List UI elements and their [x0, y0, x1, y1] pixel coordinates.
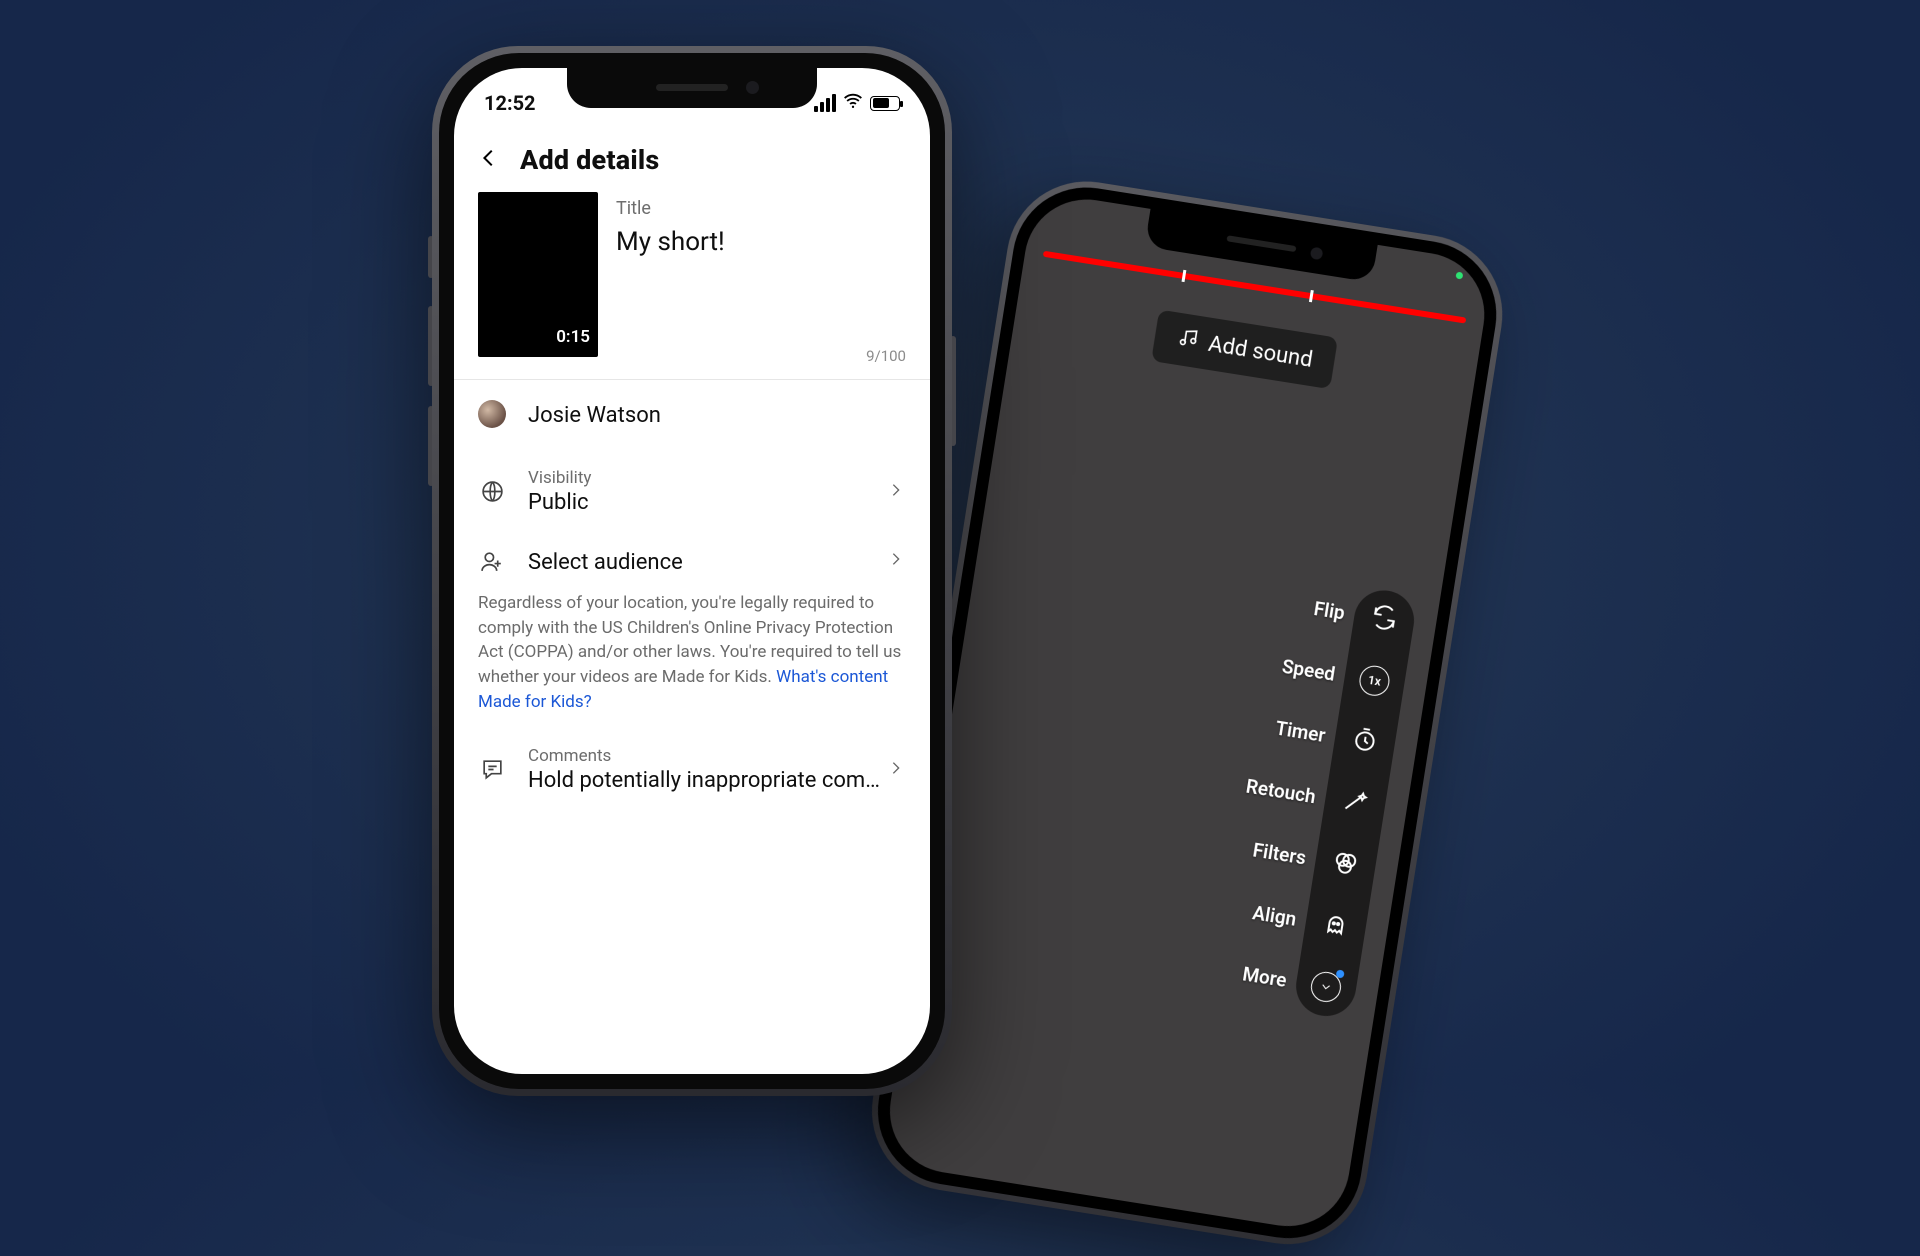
flip-label: Flip	[1312, 597, 1346, 625]
timer-button[interactable]: Timer	[1333, 722, 1397, 761]
comment-icon	[478, 756, 506, 784]
speed-label: Speed	[1280, 655, 1336, 686]
legal-notice: Regardless of your location, you're lega…	[454, 587, 930, 726]
timer-label: Timer	[1274, 717, 1327, 748]
filters-button[interactable]: Filters	[1313, 845, 1377, 884]
tool-rail: Flip Speed 1x Timer	[1292, 586, 1419, 1020]
details-phone: 12:52 Add details	[432, 46, 952, 1096]
visibility-value: Public	[528, 490, 906, 515]
comments-label: Comments	[528, 746, 906, 766]
flip-button[interactable]: Flip	[1352, 600, 1416, 639]
align-label: Align	[1251, 901, 1298, 931]
add-sound-label: Add sound	[1207, 331, 1315, 372]
title-row: 0:15 Title My short! 9/100	[454, 192, 930, 380]
notification-dot-icon	[1336, 969, 1345, 978]
phone-frame: Add sound Flip Speed 1x Timer	[860, 170, 1513, 1256]
title-label: Title	[616, 198, 906, 219]
comments-value: Hold potentially inappropriate com…	[528, 768, 906, 793]
globe-icon	[478, 478, 506, 506]
notch	[567, 68, 817, 108]
comments-row[interactable]: Comments Hold potentially inappropriate …	[454, 726, 930, 813]
chevron-right-icon	[888, 760, 904, 780]
nav-bar: Add details	[454, 134, 930, 192]
visibility-label: Visibility	[528, 468, 906, 488]
audience-label: Select audience	[528, 550, 906, 575]
status-time: 12:52	[484, 91, 536, 115]
visibility-row[interactable]: Visibility Public	[454, 448, 930, 535]
flip-icon	[1369, 603, 1399, 637]
record-screen: Add sound Flip Speed 1x Timer	[881, 191, 1493, 1235]
camera-active-indicator	[1455, 272, 1463, 280]
user-row: Josie Watson	[454, 380, 930, 448]
music-note-icon	[1175, 325, 1201, 356]
video-duration: 0:15	[556, 327, 590, 347]
add-sound-button[interactable]: Add sound	[1151, 310, 1338, 390]
magic-wand-icon	[1340, 786, 1370, 820]
video-thumbnail[interactable]: 0:15	[478, 192, 598, 357]
chevron-right-icon	[888, 482, 904, 502]
user-name: Josie Watson	[528, 403, 906, 428]
battery-icon	[870, 96, 900, 111]
ghost-icon	[1320, 909, 1350, 943]
more-button[interactable]: More	[1294, 967, 1358, 1006]
title-value: My short!	[616, 227, 906, 257]
speed-icon: 1x	[1357, 664, 1391, 698]
chevron-right-icon	[888, 551, 904, 571]
record-phone: Add sound Flip Speed 1x Timer	[860, 170, 1513, 1256]
more-label: More	[1241, 962, 1288, 992]
audience-row[interactable]: Select audience	[454, 535, 930, 587]
retouch-label: Retouch	[1244, 775, 1317, 809]
speed-button[interactable]: Speed 1x	[1342, 661, 1406, 700]
align-button[interactable]: Align	[1304, 906, 1368, 945]
screen-title: Add details	[520, 144, 659, 176]
filters-icon	[1330, 848, 1360, 882]
segment-marker-icon	[1182, 270, 1187, 282]
timer-icon	[1350, 725, 1380, 759]
segment-marker-icon	[1309, 290, 1314, 302]
wifi-icon	[843, 91, 863, 116]
avatar	[478, 400, 506, 428]
cellular-icon	[814, 94, 836, 112]
details-screen: 12:52 Add details	[454, 68, 930, 1074]
char-counter: 9/100	[866, 347, 906, 365]
retouch-button[interactable]: Retouch	[1323, 784, 1387, 823]
audience-icon	[478, 547, 506, 575]
back-button[interactable]	[478, 147, 500, 173]
phone-frame: 12:52 Add details	[432, 46, 952, 1096]
title-field[interactable]: Title My short!	[616, 192, 906, 357]
filters-label: Filters	[1251, 838, 1307, 869]
